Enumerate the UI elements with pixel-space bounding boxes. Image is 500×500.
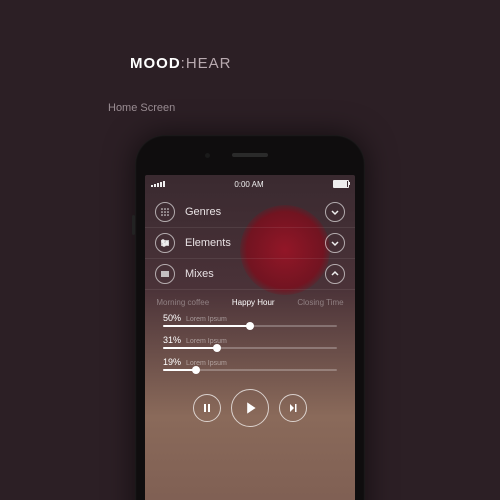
menu-label: Mixes [185, 268, 325, 280]
mix-tabs: Morning coffee Happy Hour Closing Time [145, 298, 355, 307]
slider-track[interactable] [163, 369, 337, 371]
status-bar: 0:00 AM [145, 175, 355, 193]
play-button[interactable] [231, 389, 269, 427]
main-menu: Genres Elements Mixes [145, 197, 355, 290]
chevron-up-icon[interactable] [325, 264, 345, 284]
slider-track[interactable] [163, 325, 337, 327]
chevron-down-icon[interactable] [325, 202, 345, 222]
tab-morning-coffee[interactable]: Morning coffee [156, 298, 209, 307]
phone-frame: 0:00 AM Genres Elements Mi [135, 135, 365, 500]
grid-icon [155, 202, 175, 222]
slider-percent: 50% [163, 313, 181, 323]
menu-item-genres[interactable]: Genres [145, 197, 355, 228]
playback-controls [145, 389, 355, 427]
brand-title: MOOD:HEAR [130, 55, 232, 72]
slider-label: Lorem Ipsum [186, 316, 227, 323]
slider-knob[interactable] [246, 322, 254, 330]
slider-percent: 31% [163, 335, 181, 345]
next-button[interactable] [279, 394, 307, 422]
pause-button[interactable] [193, 394, 221, 422]
sliders-icon [155, 233, 175, 253]
slider-2[interactable]: 31% Lorem Ipsum [163, 335, 337, 349]
menu-label: Elements [185, 237, 325, 249]
slider-3[interactable]: 19% Lorem Ipsum [163, 357, 337, 371]
phone-screen: 0:00 AM Genres Elements Mi [145, 175, 355, 500]
tab-closing-time[interactable]: Closing Time [297, 298, 343, 307]
slider-knob[interactable] [213, 344, 221, 352]
slider-1[interactable]: 50% Lorem Ipsum [163, 313, 337, 327]
stack-icon [155, 264, 175, 284]
menu-item-mixes[interactable]: Mixes [145, 259, 355, 290]
phone-camera [205, 153, 210, 158]
slider-percent: 19% [163, 357, 181, 367]
menu-label: Genres [185, 206, 325, 218]
mix-sliders: 50% Lorem Ipsum 31% Lorem Ipsum 19% Lorem I… [145, 311, 355, 381]
brand-light: :HEAR [181, 55, 232, 72]
battery-icon [333, 180, 349, 188]
status-time: 0:00 AM [234, 180, 263, 189]
brand-strong: MOOD [130, 55, 181, 72]
slider-label: Lorem Ipsum [186, 360, 227, 367]
slider-track[interactable] [163, 347, 337, 349]
tab-happy-hour[interactable]: Happy Hour [232, 298, 275, 307]
chevron-down-icon[interactable] [325, 233, 345, 253]
phone-speaker [232, 153, 268, 157]
signal-icon [151, 181, 165, 187]
slider-label: Lorem Ipsum [186, 338, 227, 345]
slider-knob[interactable] [192, 366, 200, 374]
menu-item-elements[interactable]: Elements [145, 228, 355, 259]
page-subtitle: Home Screen [108, 102, 175, 114]
